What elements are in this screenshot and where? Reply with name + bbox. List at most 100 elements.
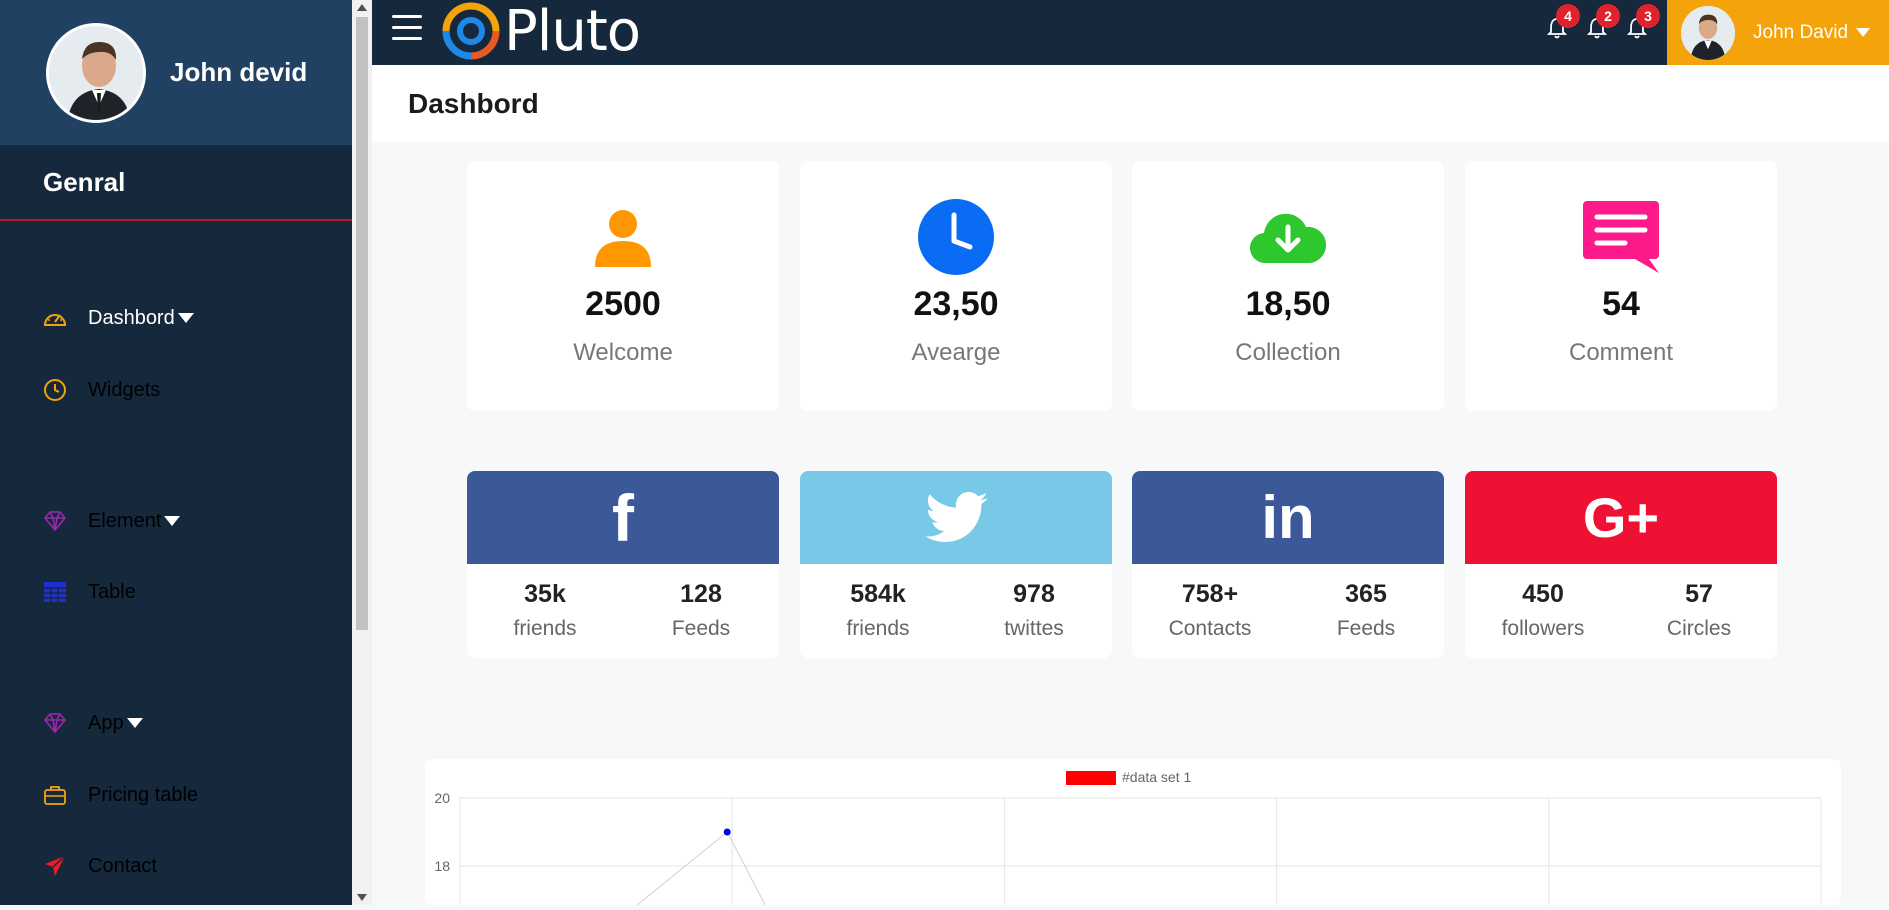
sidebar-item-label: Dashbord xyxy=(88,306,175,329)
sidebar-item-label: Pricing table xyxy=(88,783,199,806)
y-tick-label: 18 xyxy=(434,858,450,874)
stat-label: Collection xyxy=(1235,339,1341,366)
sidebar-item-contact[interactable]: Contact xyxy=(0,846,352,886)
stat-value: 54 xyxy=(1602,285,1640,323)
user-name: John David xyxy=(1753,21,1849,43)
facebook-icon: f xyxy=(612,480,634,555)
sidebar: John devid Genral xyxy=(0,0,352,905)
social-stat-label: friends xyxy=(846,617,910,640)
social-stat-label: Feeds xyxy=(1336,617,1396,640)
social-card-google-plus: G+ 450 followers 57 Circles xyxy=(1465,471,1777,658)
notification-bell-2[interactable]: 2 xyxy=(1586,4,1620,40)
stat-value: 18,50 xyxy=(1245,285,1331,323)
stat-value: 2500 xyxy=(585,285,661,323)
topbar: Pluto 4 2 3 John David xyxy=(372,0,1889,65)
logo[interactable]: Pluto xyxy=(442,0,641,64)
stat-label: Comment xyxy=(1568,339,1674,366)
sidebar-item-pricing-table[interactable]: Pricing table xyxy=(0,775,352,815)
notification-badge: 4 xyxy=(1556,4,1580,28)
social-card-linkedin: in 758+ Contacts 365 Feeds xyxy=(1132,471,1444,658)
scroll-down-arrow-icon[interactable] xyxy=(357,894,367,901)
sidebar-item-label: Widgets xyxy=(88,378,161,401)
series-line xyxy=(636,831,728,906)
twitter-icon xyxy=(925,491,988,542)
dashboard-icon xyxy=(42,305,68,331)
stat-label: Avearge xyxy=(911,339,1001,366)
logo-text: Pluto xyxy=(504,0,641,64)
sidebar-item-widgets[interactable]: Widgets xyxy=(0,370,352,410)
social-stat-label: Contacts xyxy=(1168,617,1252,640)
avatar[interactable] xyxy=(46,22,146,123)
cloud-download-icon xyxy=(1250,213,1326,264)
clock-icon xyxy=(42,377,68,403)
caret-down-icon xyxy=(1856,28,1871,37)
sidebar-profile: John devid xyxy=(0,0,352,145)
diamond-icon xyxy=(42,710,68,736)
line-chart: #data set 1 20 18 xyxy=(434,769,1822,906)
linkedin-icon: in xyxy=(1261,484,1315,551)
caret-down-icon xyxy=(164,516,181,526)
sidebar-item-label: Contact xyxy=(88,854,157,877)
data-point[interactable] xyxy=(723,828,731,836)
briefcase-icon xyxy=(42,782,68,808)
social-header[interactable]: f xyxy=(467,471,779,564)
line-chart-panel: #data set 1 20 18 xyxy=(425,759,1841,906)
social-card-facebook: f 35k friends 128 Feeds xyxy=(467,471,779,658)
stat-value: 23,50 xyxy=(913,285,999,323)
comment-icon xyxy=(1583,201,1659,273)
profile-name: John devid xyxy=(170,57,308,87)
series-line xyxy=(726,831,766,906)
social-card-twitter: 584k friends 978 twittes xyxy=(800,471,1112,658)
pluto-logo-icon xyxy=(442,2,500,60)
chart-grid xyxy=(459,797,1822,905)
social-stat-label: Circles xyxy=(1666,617,1732,640)
clock-icon xyxy=(918,199,994,275)
stat-card-average: 23,50 Avearge xyxy=(800,161,1112,411)
table-icon xyxy=(42,579,68,605)
sidebar-item-label: App xyxy=(88,711,124,734)
avatar xyxy=(1681,5,1735,60)
notification-badge: 3 xyxy=(1636,4,1660,28)
stat-card-collection: 18,50 Collection xyxy=(1132,161,1444,411)
page-title: Dashbord xyxy=(408,87,539,119)
sidebar-section-title: Genral xyxy=(0,145,352,221)
stat-label: Welcome xyxy=(573,339,673,366)
scroll-thumb[interactable] xyxy=(356,17,368,630)
social-header[interactable]: in xyxy=(1132,471,1444,564)
sidebar-item-element[interactable]: Element xyxy=(0,501,352,541)
page-header: Dashbord xyxy=(372,65,1889,142)
google-plus-icon: G+ xyxy=(1582,486,1660,549)
social-stat-label: twittes xyxy=(1004,617,1064,640)
social-stat-value: 128 xyxy=(680,580,722,608)
sidebar-item-table[interactable]: Table xyxy=(0,572,352,612)
social-stat-value: 57 xyxy=(1685,580,1713,608)
stat-card-comment: 54 Comment xyxy=(1465,161,1777,411)
y-tick-label: 20 xyxy=(434,790,450,806)
social-stat-label: Feeds xyxy=(671,617,731,640)
social-stat-value: 35k xyxy=(524,580,566,608)
paper-plane-icon xyxy=(42,853,68,879)
sidebar-item-label: Table xyxy=(88,580,136,603)
user-menu[interactable]: John David xyxy=(1667,0,1889,65)
social-stat-label: friends xyxy=(513,617,577,640)
diamond-icon xyxy=(42,508,68,534)
sidebar-item-dashbord[interactable]: Dashbord xyxy=(0,298,352,338)
notification-bell-3[interactable]: 3 xyxy=(1626,4,1660,40)
sidebar-item-app[interactable]: App xyxy=(0,703,352,743)
hamburger-menu-icon[interactable] xyxy=(392,15,422,41)
social-header[interactable]: G+ xyxy=(1465,471,1777,564)
legend-label[interactable]: #data set 1 xyxy=(1122,769,1191,785)
notification-bell-1[interactable]: 4 xyxy=(1546,4,1580,40)
scroll-up-arrow-icon[interactable] xyxy=(357,4,367,11)
social-stat-value: 450 xyxy=(1522,580,1564,608)
legend-swatch xyxy=(1066,771,1116,785)
social-stat-value: 978 xyxy=(1013,580,1055,608)
stat-card-welcome: 2500 Welcome xyxy=(467,161,779,411)
sidebar-item-label: Element xyxy=(88,509,162,532)
social-stat-label: followers xyxy=(1501,617,1585,640)
social-stat-value: 584k xyxy=(850,580,906,608)
social-header[interactable] xyxy=(800,471,1112,564)
sidebar-scrollbar[interactable] xyxy=(352,0,372,905)
social-stat-value: 758+ xyxy=(1181,580,1239,608)
notification-badge: 2 xyxy=(1596,4,1620,28)
